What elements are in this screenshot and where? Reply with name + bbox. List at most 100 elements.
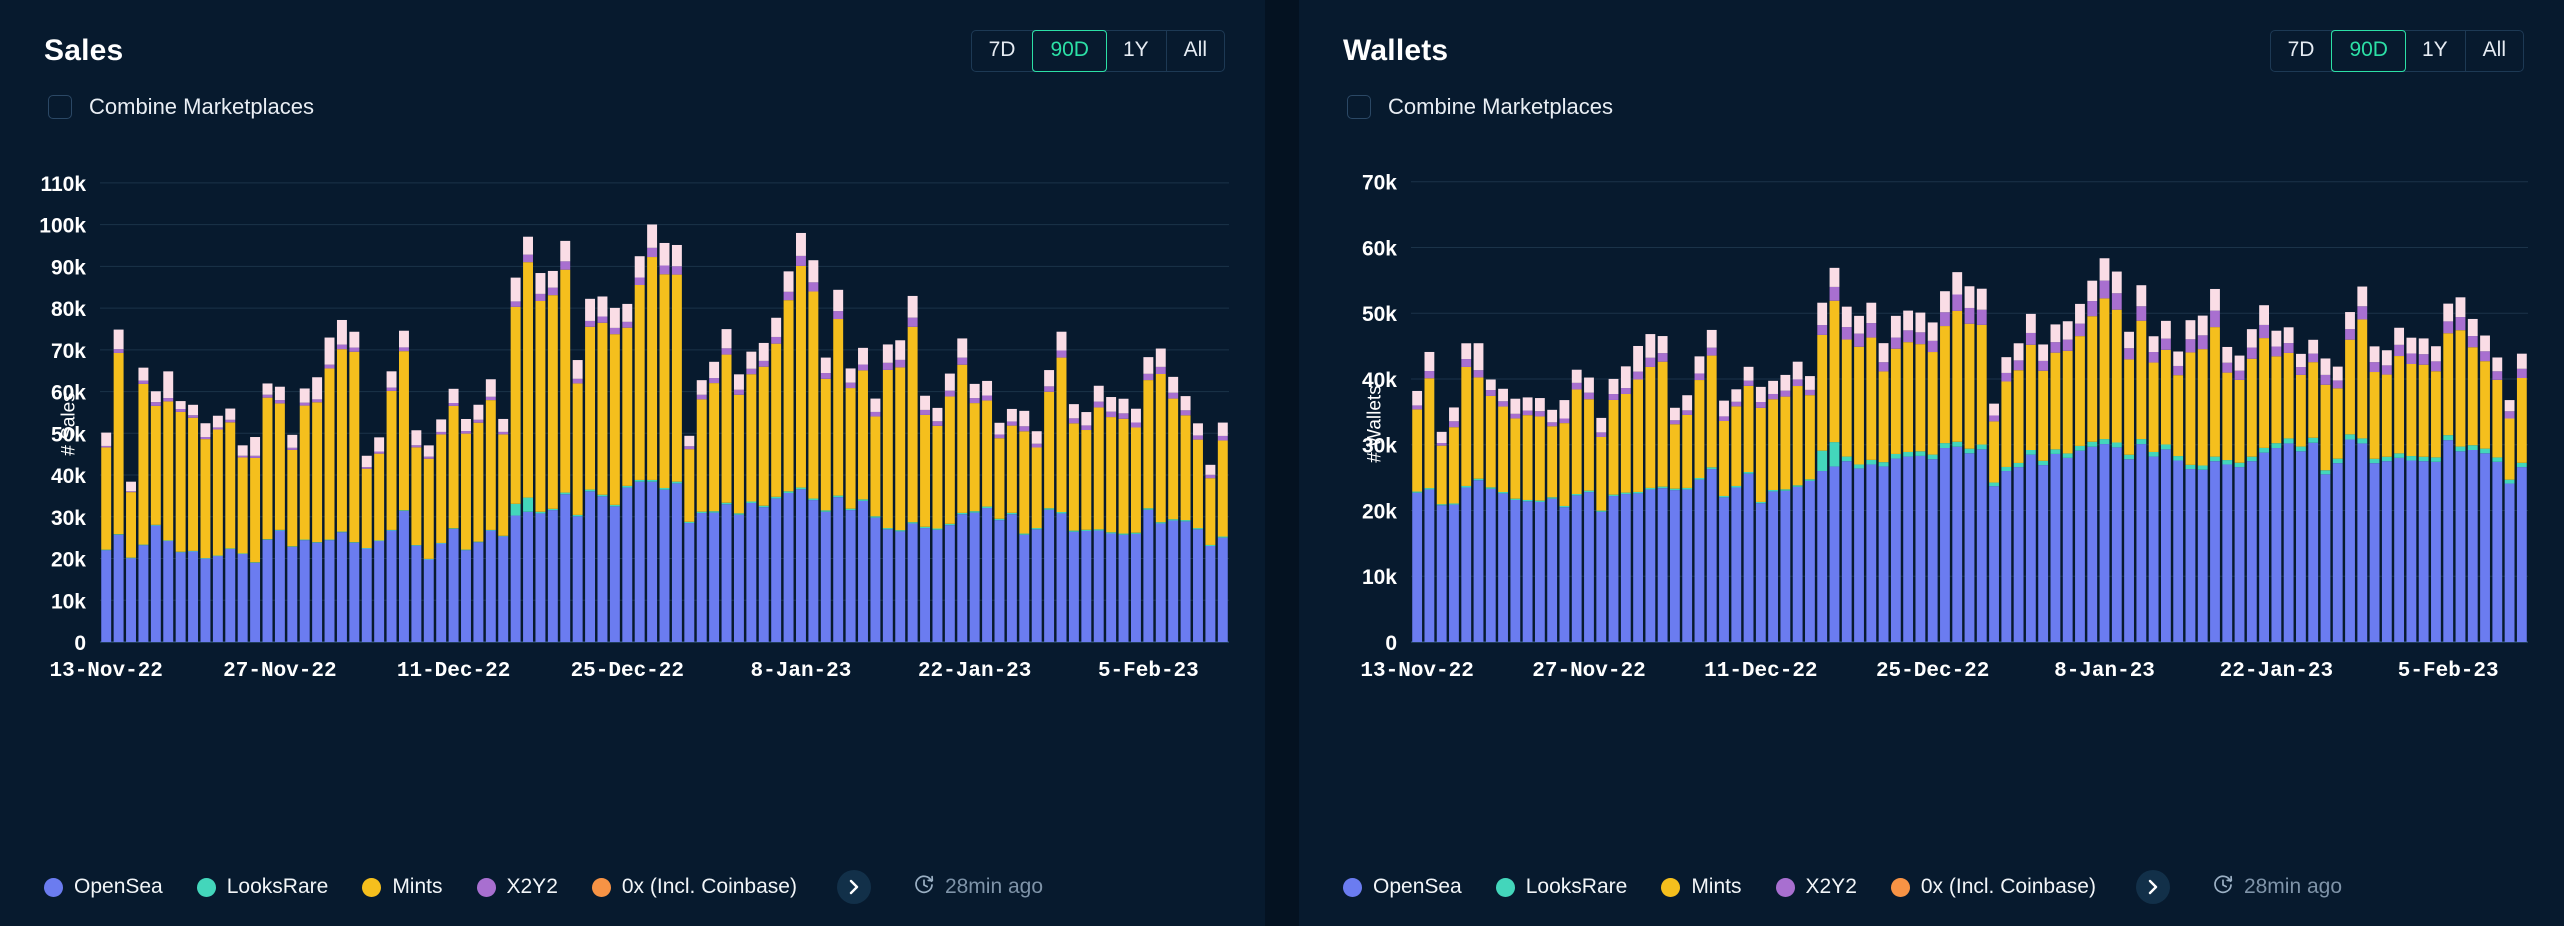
range-button-7d[interactable]: 7D — [972, 31, 1034, 71]
wallets-legend-label-mints: Mints — [1691, 875, 1742, 898]
sales-updated-text: 28min ago — [944, 875, 1044, 898]
legend-dot-mints — [362, 877, 382, 897]
legend-label-0x: 0x (Incl. Coinbase) — [621, 875, 797, 898]
panel-divider — [1265, 0, 1299, 926]
wallets-legend-dot-x2y2 — [1775, 877, 1795, 897]
wallets-legend-item-looksrare[interactable]: LooksRare — [1495, 875, 1628, 899]
svg-text:40k: 40k — [1362, 369, 1397, 392]
svg-text:27-Nov-22: 27-Nov-22 — [223, 660, 336, 683]
legend-label-opensea: OpenSea — [74, 875, 163, 898]
svg-text:25-Dec-22: 25-Dec-22 — [571, 660, 684, 683]
svg-text:13-Nov-22: 13-Nov-22 — [1360, 660, 1473, 683]
wallets-legend-item-0x[interactable]: 0x (Incl. Coinbase) — [1890, 875, 2096, 899]
page-title-wallets: Wallets — [1343, 34, 1449, 67]
legend-dot-opensea — [44, 877, 63, 897]
svg-text:30k: 30k — [51, 507, 86, 530]
wallets-clock-refresh-icon — [2212, 874, 2234, 901]
legend-item-looksrare[interactable]: LooksRare — [196, 875, 329, 899]
wallets-legend: OpenSea LooksRare Mints X2Y2 0x (Incl. C… — [1343, 870, 2524, 904]
combine-marketplaces-label: Combine Marketplaces — [89, 94, 314, 119]
dashboard-root: Sales 7D 90D 1Y All Combine Marketplaces… — [0, 0, 2564, 926]
wallets-range-button-all[interactable]: All — [2466, 31, 2523, 70]
svg-text:8-Jan-23: 8-Jan-23 — [751, 660, 852, 683]
legend-item-0x[interactable]: 0x (Incl. Coinbase) — [591, 875, 797, 899]
sales-range-selector[interactable]: 7D 90D 1Y All — [970, 30, 1225, 72]
svg-text:20k: 20k — [51, 549, 86, 572]
wallets-panel: Wallets 7D 90D 1Y All Combine Marketplac… — [1299, 0, 2564, 926]
svg-text:70k: 70k — [51, 340, 86, 363]
sales-plot[interactable]: 0 10k 20k 30k 40k 50k 60k 70k 80k 90k 100k 110k 13-N… — [0, 144, 1265, 704]
svg-text:10k: 10k — [51, 590, 86, 613]
chevron-right-icon[interactable] — [836, 870, 871, 904]
sales-panel-header: Sales 7D 90D 1Y All — [0, 0, 1265, 72]
svg-text:22-Jan-23: 22-Jan-23 — [918, 660, 1031, 683]
wallets-legend-item-mints[interactable]: Mints — [1661, 875, 1742, 899]
svg-text:11-Dec-22: 11-Dec-22 — [1704, 660, 1817, 683]
wallets-combine-marketplaces-checkbox[interactable] — [1347, 95, 1371, 119]
legend-dot-0x — [591, 877, 611, 897]
svg-text:80k: 80k — [51, 298, 86, 321]
legend-label-looksrare: LooksRare — [226, 875, 329, 898]
wallets-combine-row: Combine Marketplaces — [1299, 72, 2564, 120]
wallets-legend-dot-mints — [1661, 877, 1681, 897]
page-title: Sales — [44, 34, 124, 67]
svg-text:10k: 10k — [1362, 566, 1397, 589]
svg-text:5-Feb-23: 5-Feb-23 — [2398, 660, 2499, 683]
wallets-legend-dot-0x — [1890, 877, 1910, 897]
svg-text:90k: 90k — [51, 256, 86, 279]
sales-chart-area: # Sales 0 10k 20k 30k 40k 50k 60k 70k 80k 90k 100k… — [0, 144, 1265, 704]
svg-text:70k: 70k — [1362, 172, 1397, 195]
svg-text:100k: 100k — [39, 215, 86, 238]
svg-text:11-Dec-22: 11-Dec-22 — [397, 660, 510, 683]
sales-last-updated: 28min ago — [913, 874, 1043, 901]
wallets-legend-dot-opensea — [1343, 877, 1362, 897]
svg-text:25-Dec-22: 25-Dec-22 — [1876, 660, 1989, 683]
wallets-legend-item-opensea[interactable]: OpenSea — [1343, 875, 1462, 899]
svg-text:60k: 60k — [1362, 237, 1397, 260]
sales-combine-row: Combine Marketplaces — [0, 72, 1265, 120]
wallets-combine-marketplaces-label: Combine Marketplaces — [1388, 94, 1613, 119]
legend-label-x2y2: X2Y2 — [506, 875, 558, 898]
legend-dot-looksrare — [196, 877, 216, 897]
svg-text:27-Nov-22: 27-Nov-22 — [1532, 660, 1645, 683]
wallets-legend-label-0x: 0x (Incl. Coinbase) — [1920, 875, 2096, 898]
svg-text:22-Jan-23: 22-Jan-23 — [2220, 660, 2333, 683]
legend-item-x2y2[interactable]: X2Y2 — [476, 875, 558, 899]
svg-text:0: 0 — [74, 632, 86, 655]
svg-text:50k: 50k — [1362, 303, 1397, 326]
combine-marketplaces-checkbox[interactable] — [48, 95, 72, 119]
wallets-updated-text: 28min ago — [2243, 875, 2343, 898]
svg-text:20k: 20k — [1362, 500, 1397, 523]
wallets-legend-dot-looksrare — [1495, 877, 1515, 897]
range-button-90d[interactable]: 90D — [1032, 30, 1107, 72]
svg-text:5-Feb-23: 5-Feb-23 — [1098, 660, 1199, 683]
wallets-range-button-7d[interactable]: 7D — [2271, 31, 2333, 71]
wallets-legend-item-x2y2[interactable]: X2Y2 — [1775, 875, 1857, 899]
svg-text:50k: 50k — [51, 423, 86, 446]
legend-dot-x2y2 — [476, 877, 496, 897]
svg-text:60k: 60k — [51, 382, 86, 405]
wallets-range-button-90d[interactable]: 90D — [2331, 30, 2406, 72]
svg-text:0: 0 — [1385, 632, 1397, 655]
svg-text:30k: 30k — [1362, 435, 1397, 458]
wallets-legend-label-looksrare: LooksRare — [1525, 875, 1628, 898]
svg-text:110k: 110k — [40, 173, 86, 196]
svg-text:13-Nov-22: 13-Nov-22 — [49, 660, 162, 683]
range-button-all[interactable]: All — [1167, 31, 1224, 70]
wallets-plot[interactable]: 0 10k 20k 30k 40k 50k 60k 70k 13-Nov-22 27-Nov-22… — [1299, 144, 2564, 704]
wallets-chevron-right-icon[interactable] — [2135, 870, 2170, 904]
legend-label-mints: Mints — [392, 875, 443, 898]
sales-panel: Sales 7D 90D 1Y All Combine Marketplaces… — [0, 0, 1265, 926]
svg-text:8-Jan-23: 8-Jan-23 — [2054, 660, 2155, 683]
legend-item-mints[interactable]: Mints — [362, 875, 443, 899]
wallets-range-selector[interactable]: 7D 90D 1Y All — [2269, 30, 2524, 72]
range-button-1y[interactable]: 1Y — [1106, 31, 1167, 71]
wallets-panel-header: Wallets 7D 90D 1Y All — [1299, 0, 2564, 72]
wallets-chart-area: # Wallets 0 10k 20k 30k 40k 50k 60k 70k 13-Nov-2… — [1299, 144, 2564, 704]
wallets-legend-label-x2y2: X2Y2 — [1805, 875, 1857, 898]
sales-legend: OpenSea LooksRare Mints X2Y2 0x (Incl. C… — [44, 870, 1225, 904]
legend-item-opensea[interactable]: OpenSea — [44, 875, 163, 899]
clock-refresh-icon — [913, 874, 935, 901]
svg-text:40k: 40k — [51, 465, 86, 488]
wallets-range-button-1y[interactable]: 1Y — [2405, 31, 2466, 71]
